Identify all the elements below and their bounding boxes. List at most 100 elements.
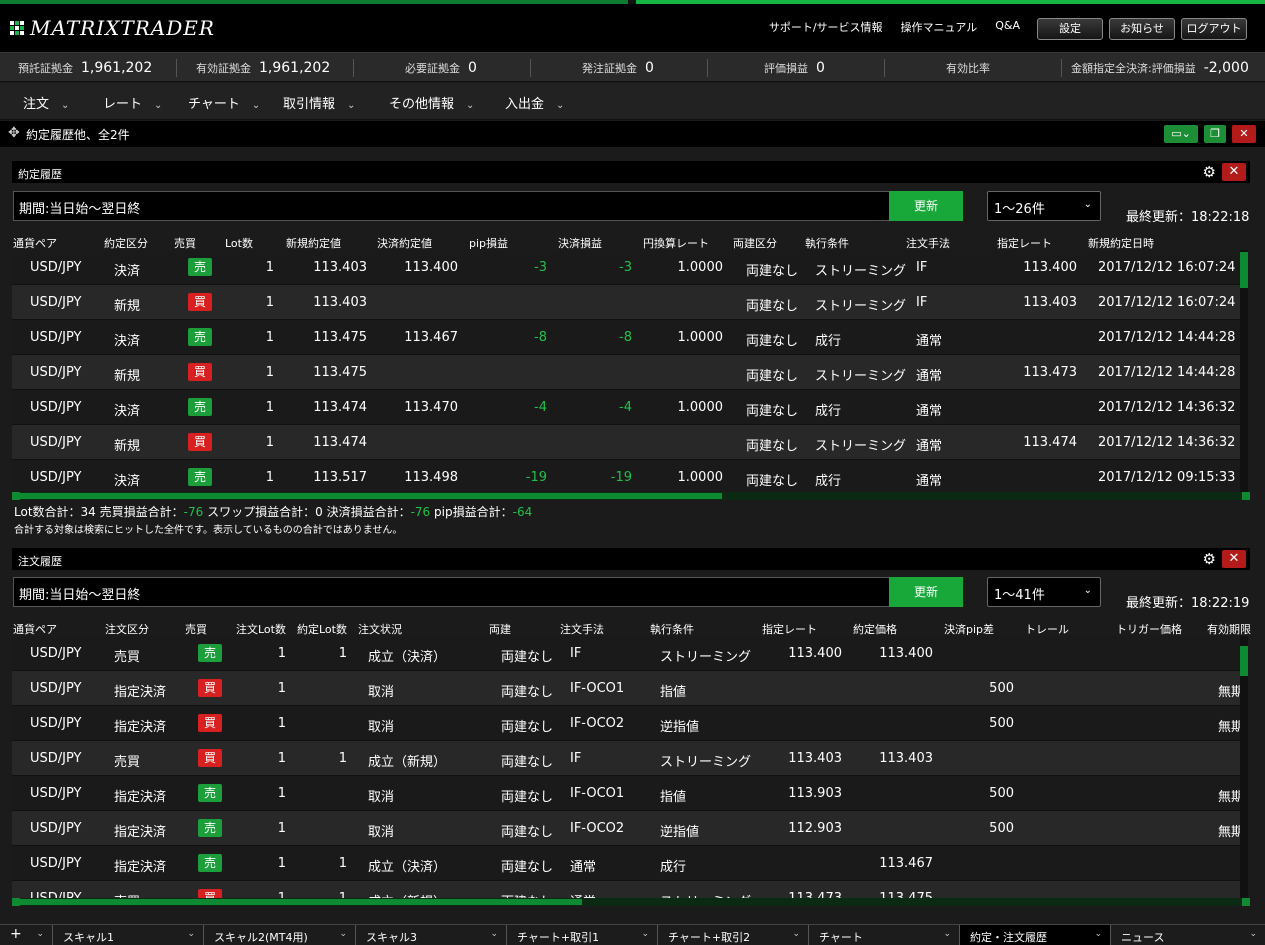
menu-deposit-withdraw[interactable]: 入出金 ⌄: [505, 93, 564, 112]
order-col-header[interactable]: 注文区分: [105, 621, 149, 637]
order-col-header[interactable]: 指定レート: [762, 621, 817, 637]
table-row[interactable]: USD/JPY 指定決済売 1 取消 両建なし IF-OCO2 逆指値 112.903 500 無…: [12, 811, 1244, 846]
menu-chart[interactable]: チャート ⌄: [188, 93, 260, 112]
menu-trade-info[interactable]: 取引情報 ⌄: [283, 93, 355, 112]
trade-col-header[interactable]: Lot数: [225, 235, 253, 251]
order-vertical-scrollbar[interactable]: [1240, 636, 1248, 898]
order-col-header[interactable]: 執行条件: [650, 621, 694, 637]
buy-badge: 買: [188, 433, 212, 451]
workspace-tab[interactable]: チャート+取引1 ⌄: [506, 925, 657, 945]
trade-col-header[interactable]: 円換算レート: [643, 235, 709, 251]
menu-order[interactable]: 注文 ⌄: [23, 93, 69, 112]
close-panel-icon[interactable]: ✕: [1232, 125, 1256, 143]
table-cell: 指定決済: [114, 685, 167, 700]
table-row[interactable]: USD/JPY 決済 売 1 113.474 113.470 -4 -4 1.0000 両建なし 成…: [12, 390, 1244, 425]
table-cell: ストリーミング: [660, 755, 752, 770]
chevron-down-icon: ⌄: [792, 929, 800, 939]
order-col-header[interactable]: 注文Lot数: [236, 621, 286, 637]
table-row[interactable]: USD/JPY 指定決済売 1 取消 両建なし IF-OCO1 指値 113.903 500 無期: [12, 776, 1244, 811]
order-refresh-button[interactable]: 更新: [889, 577, 963, 607]
menu-rate[interactable]: レート ⌄: [103, 93, 162, 112]
manual-link[interactable]: 操作マニュアル: [901, 19, 978, 35]
table-row[interactable]: USD/JPY 決済 売 1 113.517 113.498 -19 -19 1.0000 両建な…: [12, 460, 1244, 492]
workspace-tab[interactable]: スキャル1 ⌄: [52, 925, 203, 945]
order-col-header[interactable]: 売買: [185, 621, 207, 637]
table-row[interactable]: USD/JPY 指定決済買 1 取消 両建なし IF-OCO2 逆指値 500 無期: [12, 706, 1244, 741]
workspace-tab[interactable]: スキャル3 ⌄: [355, 925, 506, 945]
sell-badge: 売: [198, 854, 222, 872]
support-link[interactable]: サポート/サービス情報: [769, 19, 883, 35]
chevron-down-icon: ⌄: [641, 929, 649, 939]
order-col-header[interactable]: 注文状況: [358, 621, 402, 637]
order-range-select[interactable]: 1～41件 ⌄: [987, 577, 1101, 607]
order-col-header[interactable]: トリガー価格: [1116, 621, 1182, 637]
table-cell: 1: [265, 470, 274, 485]
move-icon[interactable]: ✥: [8, 125, 20, 141]
order-col-header[interactable]: 約定価格: [853, 621, 897, 637]
workspace-tab[interactable]: スキャル2(MT4用) ⌄: [203, 925, 355, 945]
table-row[interactable]: USD/JPY 決済 売 1 113.403 113.400 -3 -3 1.0000 両建なし ス…: [12, 250, 1244, 285]
notice-button[interactable]: お知らせ: [1109, 18, 1175, 40]
trade-col-header[interactable]: 指定レート: [997, 235, 1052, 251]
workspace-tab[interactable]: ニュース ⌄: [1110, 925, 1265, 945]
settings-button[interactable]: 設定: [1037, 18, 1103, 40]
trade-col-header[interactable]: 売買: [174, 235, 196, 251]
table-row[interactable]: USD/JPY 指定決済 売 1 1 成立（決済） 両建なし 通常 成行 113.467: [12, 846, 1244, 881]
logo: MATRIXTRADER: [10, 13, 215, 43]
trade-col-header[interactable]: 新規約定値: [286, 235, 341, 251]
table-row[interactable]: USD/JPY 新規 買 1 113.474 両建なし ストリーミング 通常 113.474 20…: [12, 425, 1244, 460]
trade-col-header[interactable]: 注文手法: [906, 235, 950, 251]
gear-icon[interactable]: ⚙: [1203, 163, 1216, 181]
table-cell: IF-OCO2: [570, 821, 625, 836]
restore-window-icon[interactable]: ❐: [1204, 125, 1226, 143]
table-cell: 113.473: [1023, 365, 1077, 380]
trade-horizontal-scrollbar[interactable]: [12, 492, 1250, 500]
summary-required-margin: 必要証拠金 0: [405, 59, 477, 76]
close-icon[interactable]: ✕: [1222, 163, 1246, 181]
menu-bar: 注文 ⌄ レート ⌄ チャート ⌄ 取引情報 ⌄ その他情報 ⌄ 入出金 ⌄: [0, 83, 1265, 120]
table-cell: USD/JPY: [30, 400, 82, 415]
order-col-header[interactable]: 注文手法: [560, 621, 604, 637]
panel-title-bar: ✥ 約定履歴他、全2件 ▭⌄ ❐ ✕: [0, 121, 1265, 147]
order-col-header[interactable]: 両建: [489, 621, 511, 637]
order-period-field[interactable]: 期間:当日始～翌日終: [13, 577, 891, 607]
table-cell: 通常: [916, 334, 943, 349]
menu-other-info[interactable]: その他情報 ⌄: [389, 93, 474, 112]
workspace-tab[interactable]: チャート+取引2 ⌄: [657, 925, 808, 945]
order-col-header[interactable]: トレール: [1025, 621, 1069, 637]
trade-col-header[interactable]: 両建区分: [733, 235, 777, 251]
trade-col-header[interactable]: 約定区分: [104, 235, 148, 251]
gear-icon[interactable]: ⚙: [1203, 550, 1216, 568]
table-cell: 113.403: [1023, 295, 1077, 310]
table-row[interactable]: USD/JPY 新規 買 1 113.403 両建なし ストリーミング IF 113.403 20…: [12, 285, 1244, 320]
logout-button[interactable]: ログアウト: [1181, 18, 1247, 40]
table-row[interactable]: USD/JPY 売買 買 1 1 成立（新規） 両建なし 通常 ストリーミング 113.473 11…: [12, 881, 1244, 898]
table-row[interactable]: USD/JPY 新規 買 1 113.475 両建なし ストリーミング 通常 113.473 20…: [12, 355, 1244, 390]
order-horizontal-scrollbar[interactable]: [12, 898, 1250, 906]
order-col-header[interactable]: 通貨ペア: [13, 621, 57, 637]
table-row[interactable]: USD/JPY 指定決済買 1 取消 両建なし IF-OCO1 指値 500 無期: [12, 671, 1244, 706]
trade-range-select[interactable]: 1～26件 ⌄: [987, 191, 1101, 221]
trade-col-header[interactable]: 通貨ペア: [13, 235, 57, 251]
table-cell: -8: [534, 330, 547, 345]
order-col-header[interactable]: 有効期限: [1207, 621, 1251, 637]
workspace-tab[interactable]: 約定・注文履歴 ⌄: [959, 925, 1110, 945]
trade-col-header[interactable]: 決済損益: [558, 235, 602, 251]
qa-link[interactable]: Q&A: [995, 19, 1020, 35]
table-row[interactable]: USD/JPY 決済 売 1 113.475 113.467 -8 -8 1.0000 両建なし 成…: [12, 320, 1244, 355]
add-tab-button[interactable]: + ⌄: [0, 925, 52, 945]
table-row[interactable]: USD/JPY 売買 売 1 1 成立（決済） 両建なし IF ストリーミング 113.400 11…: [12, 636, 1244, 671]
trade-col-header[interactable]: pip損益: [469, 235, 508, 251]
close-icon[interactable]: ✕: [1222, 550, 1246, 568]
order-col-header[interactable]: 決済pip差: [944, 621, 994, 637]
trade-col-header[interactable]: 新規約定日時: [1088, 235, 1154, 251]
trade-period-field[interactable]: 期間:当日始～翌日終: [13, 191, 891, 221]
order-col-header[interactable]: 約定Lot数: [297, 621, 347, 637]
workspace-tab[interactable]: チャート ⌄: [808, 925, 959, 945]
trade-col-header[interactable]: 決済約定値: [377, 235, 432, 251]
trade-vertical-scrollbar[interactable]: [1240, 250, 1248, 492]
trade-refresh-button[interactable]: 更新: [889, 191, 963, 221]
table-row[interactable]: USD/JPY 売買 買 1 1 成立（新規） 両建なし IF ストリーミング 113.403 11…: [12, 741, 1244, 776]
layout-dropdown-icon[interactable]: ▭⌄: [1164, 125, 1198, 143]
trade-col-header[interactable]: 執行条件: [805, 235, 849, 251]
